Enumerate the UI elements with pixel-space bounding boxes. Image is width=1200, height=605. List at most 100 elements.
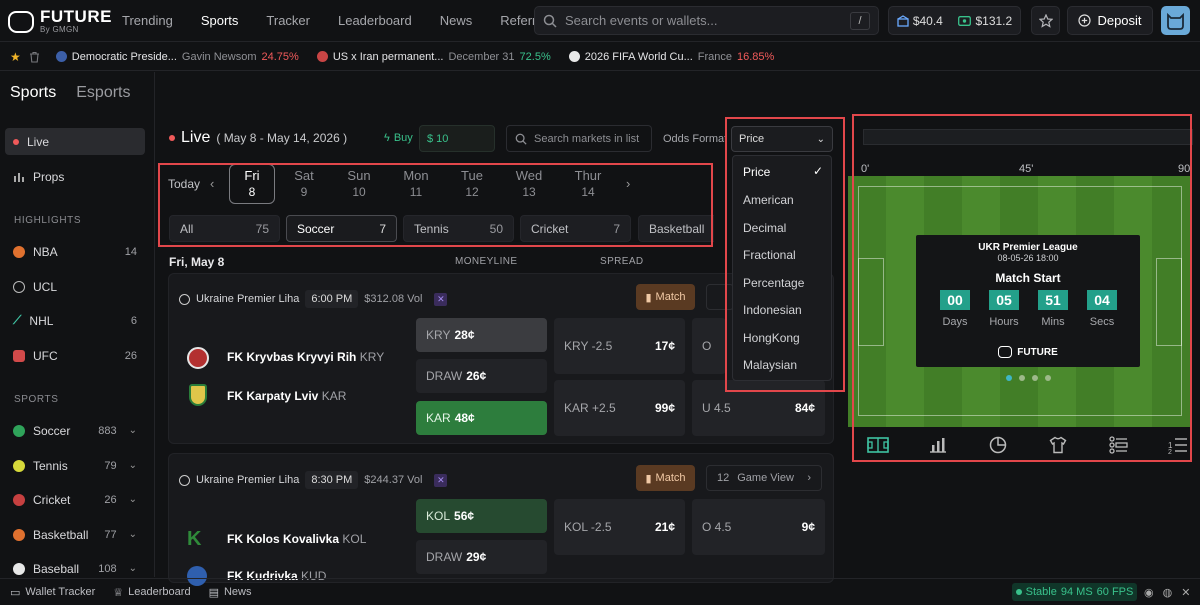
total-price: 84¢ — [794, 401, 815, 415]
wallet-tracker-link[interactable]: ▭ Wallet Tracker — [10, 586, 95, 599]
match-volume: $312.08 Vol — [364, 293, 423, 305]
chevron-down-icon[interactable]: ⌄ — [129, 460, 137, 471]
spread-button[interactable]: KOL -2.5 21¢ — [554, 499, 685, 555]
cash-balance: $131.2 — [975, 13, 1013, 28]
chevron-down-icon[interactable]: ⌄ — [129, 563, 137, 574]
logo[interactable]: FUTURE By GMGN — [8, 8, 112, 34]
star-filled-icon[interactable]: ★ — [10, 50, 21, 64]
status-text: Stable — [1025, 586, 1057, 598]
sidebar-item-ucl[interactable]: UCL — [5, 273, 145, 300]
market-search-input[interactable]: Search markets in list — [506, 125, 652, 152]
odds-button[interactable]: DRAW 29¢ — [416, 540, 547, 574]
spread-price: 17¢ — [654, 339, 675, 353]
bar-chart-icon: ▮ — [645, 291, 652, 304]
chevron-down-icon[interactable]: ⌄ — [129, 529, 137, 540]
sidebar-item-soccer[interactable]: Soccer 883 ⌄ — [5, 417, 145, 444]
tab-esports[interactable]: Esports — [76, 84, 130, 102]
baseball-icon — [13, 562, 25, 575]
sidebar-item-label: Basketball — [33, 527, 89, 542]
deposit-button[interactable]: Deposit — [1067, 6, 1153, 35]
team-1: FK Kryvbas Kryvyi Rih KRY — [227, 350, 384, 364]
plus-circle-icon — [1078, 14, 1092, 27]
buy-amount-input[interactable]: $ 10 — [419, 125, 495, 152]
chevron-right-icon: › — [807, 472, 811, 484]
team-abbr: KAR — [321, 389, 347, 403]
sidebar-item-label: Props — [33, 169, 65, 184]
match-button-label: Match — [655, 472, 686, 484]
ticker-percent: 24.75% — [261, 50, 299, 63]
trash-icon[interactable] — [29, 51, 40, 63]
sidebar-item-nhl[interactable]: ⟋ NHL 6 — [5, 307, 145, 334]
match-button[interactable]: ▮ Match — [636, 465, 695, 491]
tab-sports[interactable]: Sports — [10, 84, 56, 102]
live-title: Live — [181, 129, 211, 146]
total-button[interactable]: O 4.5 9¢ — [692, 499, 825, 555]
nav-leaderboard[interactable]: Leaderboard — [338, 13, 412, 28]
odds-label: KOL — [426, 509, 451, 523]
search-icon — [515, 133, 527, 145]
ticker-outcome: December 31 — [448, 50, 515, 63]
sidebar-item-label: UFC — [33, 348, 58, 363]
sidebar-item-tennis[interactable]: Tennis 79 ⌄ — [5, 452, 145, 479]
league-name: Ukraine Premier Liha — [196, 293, 300, 305]
wallet-balances[interactable]: $40.4 $131.2 — [888, 6, 1021, 35]
user-avatar[interactable] — [1161, 6, 1190, 35]
sidebar-item-ufc[interactable]: UFC 26 — [5, 342, 145, 369]
ticker-item[interactable]: 2026 FIFA World Cu... France 16.85% — [568, 50, 775, 63]
ticker-item[interactable]: Democratic Preside... Gavin Newsom 24.75… — [55, 50, 299, 63]
footer-label: Wallet Tracker — [25, 586, 96, 598]
chevron-down-icon[interactable]: ⌄ — [129, 425, 137, 436]
odds-label: DRAW — [426, 369, 463, 383]
live-heading: Live ( May 8 - May 14, 2026 ) — [169, 129, 347, 147]
status-dot-icon — [1015, 589, 1022, 595]
odds-button[interactable]: KAR 48¢ — [416, 401, 547, 435]
search-shortcut: / — [850, 11, 870, 30]
logo-icon — [8, 10, 34, 33]
top-bar: FUTURE By GMGN Trending Sports Tracker L… — [0, 0, 1200, 42]
match-button[interactable]: ▮ Match — [636, 284, 695, 310]
spread-button[interactable]: KAR +2.5 99¢ — [554, 380, 685, 436]
bar-chart-icon — [14, 173, 24, 182]
chevron-down-icon[interactable]: ⌄ — [129, 494, 137, 505]
discord-icon[interactable]: ◍ — [1163, 586, 1173, 599]
github-icon[interactable]: ◉ — [1144, 586, 1154, 599]
favorites-button[interactable] — [1031, 6, 1060, 35]
sidebar-item-basketball[interactable]: Basketball 77 ⌄ — [5, 521, 145, 548]
cash-icon — [958, 15, 972, 26]
total-button[interactable]: O — [692, 318, 726, 374]
tennis-ball-icon — [13, 459, 25, 472]
odds-label: KRY — [426, 328, 451, 342]
odds-button[interactable]: KRY 28¢ — [416, 318, 547, 352]
game-view-button[interactable]: 12 Game View › — [706, 465, 822, 491]
search-placeholder: Search events or wallets... — [565, 13, 718, 28]
sidebar-item-props[interactable]: Props — [5, 163, 145, 190]
sidebar-item-cricket[interactable]: Cricket 26 ⌄ — [5, 486, 145, 513]
global-search-input[interactable]: Search events or wallets... / — [534, 6, 879, 35]
sidebar-item-live[interactable]: Live — [5, 128, 145, 155]
buy-text: Buy — [393, 132, 413, 144]
logo-subtitle: By GMGN — [40, 25, 79, 34]
nav-sports[interactable]: Sports — [201, 13, 239, 28]
market-search-placeholder: Search markets in list — [534, 132, 640, 145]
sidebar-item-nba[interactable]: NBA 14 — [5, 238, 145, 265]
odds-button[interactable]: KOL 56¢ — [416, 499, 547, 533]
live-dot-icon — [13, 138, 19, 145]
deposit-label: Deposit — [1097, 13, 1142, 28]
us-flag-icon — [316, 51, 328, 62]
world-cup-icon — [568, 51, 580, 62]
x-icon[interactable]: ✕ — [1181, 586, 1190, 599]
team-name: FK Kryvbas Kryvyi Rih — [227, 350, 357, 364]
nav-news[interactable]: News — [440, 13, 473, 28]
spread-button[interactable]: KRY -2.5 17¢ — [554, 318, 685, 374]
leaderboard-link[interactable]: ♕ Leaderboard — [113, 586, 190, 599]
nav-tracker[interactable]: Tracker — [266, 13, 310, 28]
social-links: ◉ ◍ ✕ — [1144, 586, 1190, 599]
democrat-logo-icon — [55, 51, 67, 62]
ticker-item[interactable]: US x Iran permanent... December 31 72.5% — [316, 50, 551, 63]
nav-trending[interactable]: Trending — [122, 13, 173, 28]
ticker-percent: 16.85% — [737, 50, 775, 63]
match-time: 6:00 PM — [305, 290, 359, 308]
cat-avatar-icon — [1167, 12, 1184, 30]
news-link[interactable]: ▤ News — [209, 586, 252, 599]
odds-button[interactable]: DRAW 26¢ — [416, 359, 547, 393]
